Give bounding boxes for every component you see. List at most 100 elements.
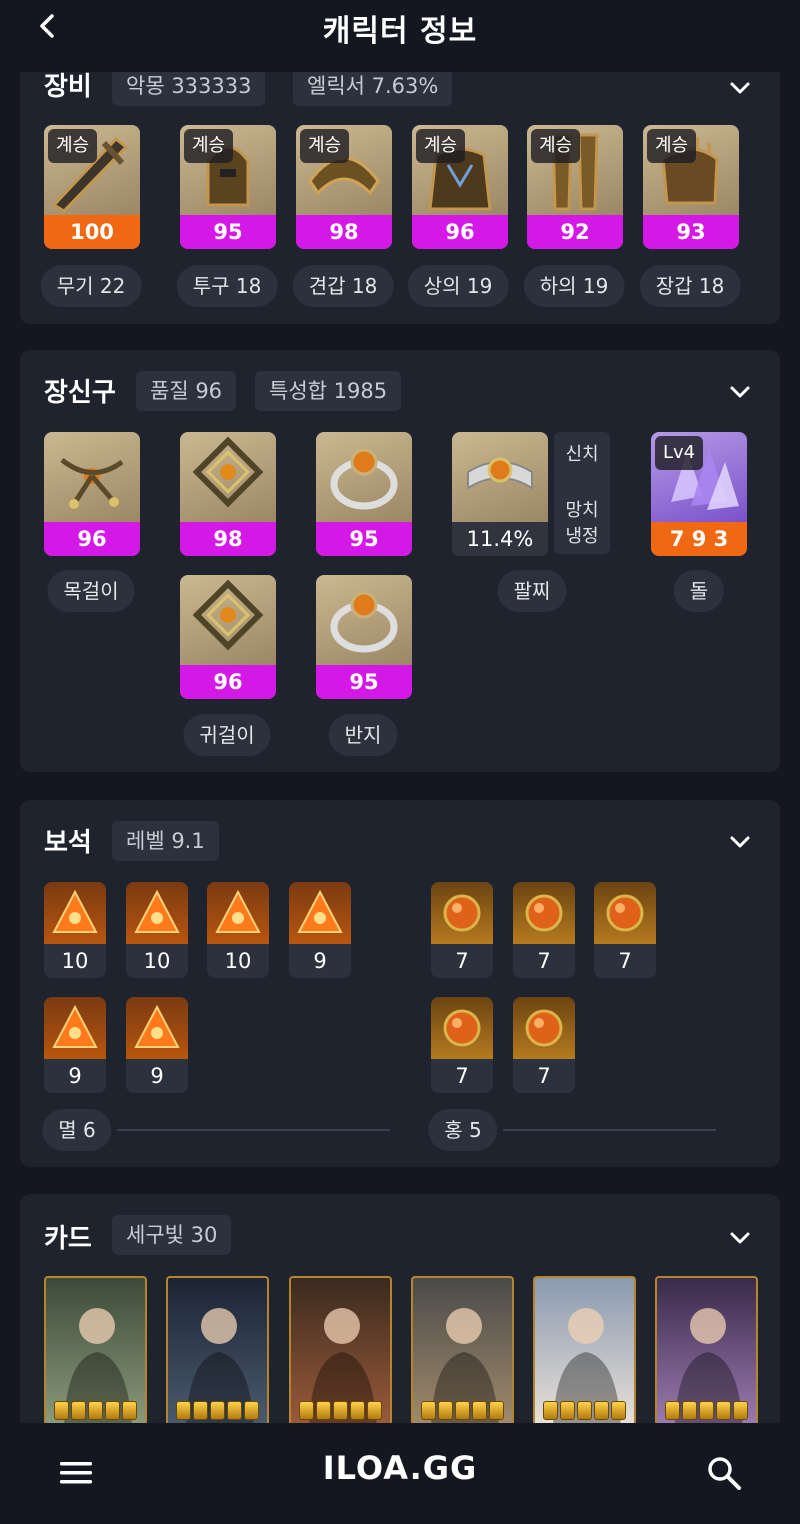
- stone-level: Lv4: [655, 436, 704, 470]
- gem-icon: [134, 1004, 180, 1048]
- ring-label: 반지: [328, 714, 398, 756]
- gem-icon: [525, 894, 563, 932]
- gem-level: 7: [537, 949, 551, 973]
- card-item[interactable]: [411, 1276, 514, 1426]
- necklace-item[interactable]: 96: [44, 432, 140, 556]
- card-item[interactable]: [44, 1276, 147, 1426]
- awakening-star-icon: [489, 1401, 504, 1420]
- awakening-stars: [665, 1401, 748, 1420]
- equipment-item[interactable]: 계승 98: [296, 125, 392, 249]
- awakening-star-icon: [594, 1401, 609, 1420]
- card-item[interactable]: [533, 1276, 636, 1426]
- equipment-label: 하의 19: [523, 265, 625, 307]
- inherit-tag: 계승: [647, 129, 697, 163]
- gem-item[interactable]: 7: [431, 882, 493, 978]
- card-item[interactable]: [655, 1276, 758, 1426]
- awakening-star-icon: [176, 1401, 191, 1420]
- earring-item[interactable]: 98: [180, 432, 276, 556]
- gem-item[interactable]: 7: [594, 882, 656, 978]
- bracelet-effect: 신치: [565, 444, 599, 465]
- gem-item[interactable]: 7: [513, 882, 575, 978]
- equipment-item[interactable]: 계승 93: [643, 125, 739, 249]
- necklace-quality: 96: [44, 522, 140, 556]
- card-item[interactable]: [166, 1276, 269, 1426]
- gem-item[interactable]: 9: [126, 997, 188, 1093]
- logo: ILOA.GG: [322, 1449, 478, 1487]
- gem-icon: [52, 1004, 98, 1048]
- gem-level-chip: 레벨 9.1: [112, 821, 219, 861]
- awakening-star-icon: [665, 1401, 680, 1420]
- gem-level: 10: [61, 949, 89, 973]
- equipment-item[interactable]: 계승 92: [527, 125, 623, 249]
- ring-item[interactable]: 95: [316, 575, 412, 699]
- awakening-star-icon: [438, 1401, 453, 1420]
- stat-sum-chip: 특성합 1985: [255, 371, 402, 411]
- chevron-down-icon[interactable]: [728, 830, 752, 854]
- stone-item[interactable]: Lv4 7 9 3: [651, 432, 747, 556]
- bracelet-label: 팔찌: [497, 570, 567, 612]
- inherit-tag: 계승: [48, 129, 98, 163]
- ring-icon: [330, 591, 398, 653]
- ring-icon: [330, 448, 398, 510]
- gem-icon: [606, 894, 644, 932]
- gem-item[interactable]: 7: [431, 997, 493, 1093]
- earring-quality: 98: [180, 522, 276, 556]
- awakening-stars: [299, 1401, 382, 1420]
- awakening-star-icon: [699, 1401, 714, 1420]
- equipment-quality: 100: [44, 215, 140, 249]
- gem-level: 10: [143, 949, 171, 973]
- equipment-item[interactable]: 계승 95: [180, 125, 276, 249]
- awakening-star-icon: [421, 1401, 436, 1420]
- top-bar: 캐릭터 정보: [0, 0, 800, 72]
- gem-icon: [215, 889, 261, 933]
- gem-icon: [52, 889, 98, 933]
- gem-item[interactable]: 7: [513, 997, 575, 1093]
- awakening-stars: [176, 1401, 259, 1420]
- equipment-item[interactable]: 계승 100: [44, 125, 140, 249]
- awakening-star-icon: [316, 1401, 331, 1420]
- accessories-title: 장신구: [44, 378, 116, 408]
- gem-item[interactable]: 9: [44, 997, 106, 1093]
- gems-title: 보석: [44, 828, 92, 858]
- equipment-label: 무기 22: [40, 265, 142, 307]
- chevron-down-icon[interactable]: [728, 1226, 752, 1250]
- gem-level: 9: [68, 1064, 82, 1088]
- stone-value: 7 9 3: [651, 522, 747, 556]
- earring-label: 귀걸이: [183, 714, 271, 756]
- bracelet-effects: 신치 망치 냉정: [554, 432, 610, 554]
- awakening-stars: [54, 1401, 137, 1420]
- gem-level: 9: [150, 1064, 164, 1088]
- gem-item[interactable]: 10: [44, 882, 106, 978]
- equipment-label: 상의 19: [407, 265, 509, 307]
- earring-item[interactable]: 96: [180, 575, 276, 699]
- bottom-bar: ILOA.GG: [0, 1423, 800, 1524]
- quality-chip: 품질 96: [136, 371, 237, 411]
- equipment-label: 견갑 18: [292, 265, 394, 307]
- bracelet-value: 11.4%: [452, 522, 548, 556]
- search-icon[interactable]: [706, 1455, 742, 1491]
- awakening-star-icon: [350, 1401, 365, 1420]
- gem-item[interactable]: 9: [289, 882, 351, 978]
- awakening-star-icon: [716, 1401, 731, 1420]
- equipment-item[interactable]: 계승 96: [412, 125, 508, 249]
- earring-icon: [192, 579, 264, 651]
- gem-summary-left: 멸 6: [42, 1109, 112, 1151]
- stone-label: 돌: [673, 570, 725, 612]
- bracelet-item[interactable]: 11.4%: [452, 432, 548, 556]
- gem-item[interactable]: 10: [126, 882, 188, 978]
- awakening-star-icon: [210, 1401, 225, 1420]
- ring-quality: 95: [316, 522, 412, 556]
- elixir-percent-chip: 엘릭서 7.63%: [293, 66, 453, 106]
- gem-item[interactable]: 10: [207, 882, 269, 978]
- page-title: 캐릭터 정보: [322, 14, 478, 49]
- inherit-tag: 계승: [416, 129, 466, 163]
- card-item[interactable]: [289, 1276, 392, 1426]
- ring-item[interactable]: 95: [316, 432, 412, 556]
- chevron-down-icon[interactable]: [728, 76, 752, 100]
- inherit-tag: 계승: [531, 129, 581, 163]
- chevron-down-icon[interactable]: [728, 380, 752, 404]
- awakening-star-icon: [560, 1401, 575, 1420]
- awakening-stars: [543, 1401, 626, 1420]
- gem-icon: [525, 1009, 563, 1047]
- awakening-star-icon: [733, 1401, 748, 1420]
